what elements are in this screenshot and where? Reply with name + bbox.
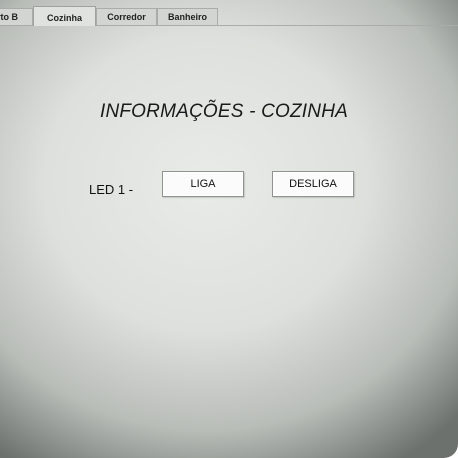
led-1-label: LED 1 -	[89, 182, 134, 197]
led-1-off-button[interactable]: DESLIGA	[272, 171, 354, 197]
tab-banheiro[interactable]: Banheiro	[157, 8, 218, 25]
tab-label: Quarto B	[0, 12, 18, 22]
tab-label: Corredor	[107, 12, 146, 22]
tab-bar: Quarto B Cozinha Corredor Banheiro	[0, 0, 458, 26]
app-window: Quarto B Cozinha Corredor Banheiro INFOR…	[0, 0, 458, 458]
tab-label: Cozinha	[47, 13, 82, 23]
tab-cozinha[interactable]: Cozinha	[33, 6, 96, 26]
tab-corredor[interactable]: Corredor	[96, 8, 157, 25]
page-title: INFORMAÇÕES - COZINHA	[99, 101, 349, 122]
tab-label: Banheiro	[167, 12, 207, 22]
led-1-on-button[interactable]: LIGA	[162, 171, 244, 197]
tab-quarto-b[interactable]: Quarto B	[0, 8, 33, 25]
